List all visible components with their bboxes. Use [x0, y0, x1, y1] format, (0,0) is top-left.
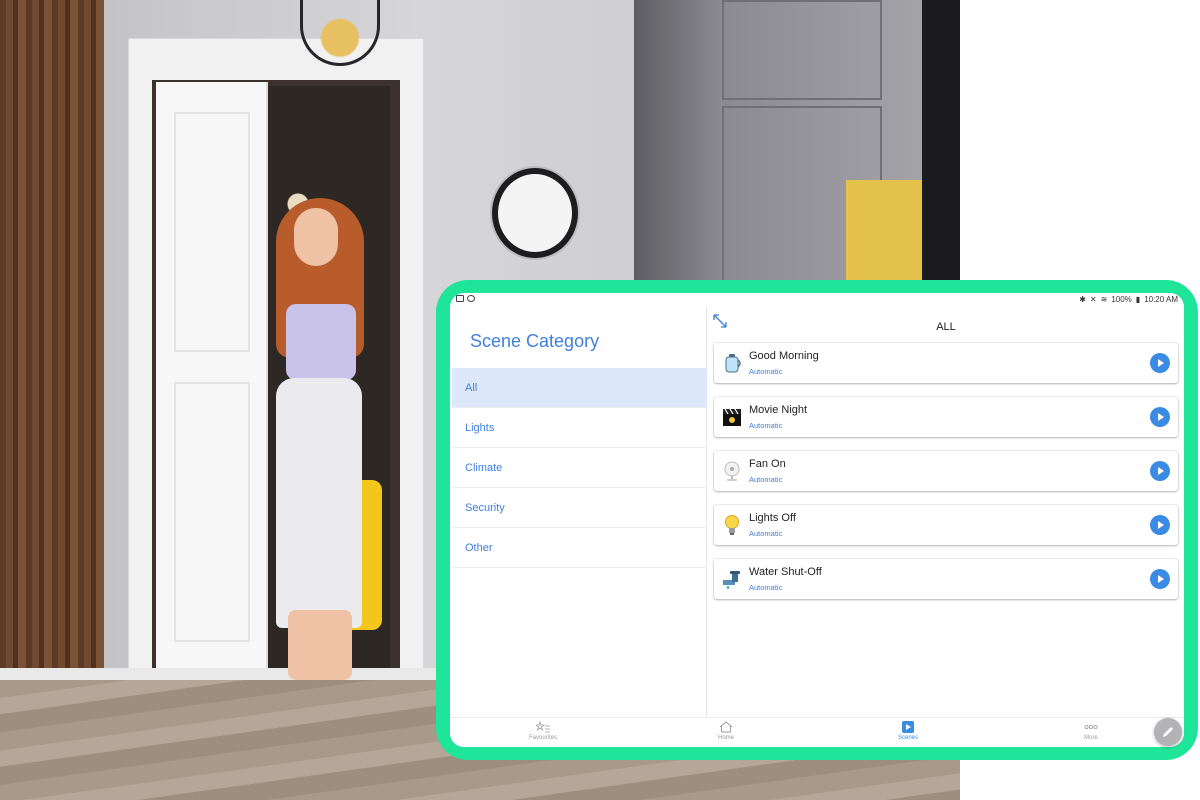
tablet-screen: ✱ ✕ ≋ 100% ▮ 10:20 AM Scene Category All…	[450, 293, 1184, 747]
mute-icon: ✕	[1089, 295, 1097, 304]
account-icon	[467, 295, 475, 302]
nav-label: Scenes	[897, 735, 918, 741]
nav-label: Favourites	[528, 735, 557, 741]
fan-icon	[724, 461, 740, 481]
person-legs	[288, 610, 352, 680]
battery-icon: ▮	[1135, 295, 1141, 304]
bluetooth-icon: ✱	[1079, 295, 1086, 304]
wood-panel-wall	[0, 0, 104, 680]
scene-subtitle: Automatic	[749, 529, 783, 538]
scene-list-panel: ALL Good Morning Automatic Movie Night A…	[708, 307, 1184, 717]
round-wall-light	[492, 168, 578, 258]
category-lights[interactable]: Lights	[452, 408, 707, 448]
pencil-icon	[1163, 727, 1173, 737]
more-dots-icon	[1084, 725, 1098, 730]
person-face	[294, 208, 338, 266]
nav-label: More	[1084, 735, 1098, 741]
play-button[interactable]	[1150, 461, 1170, 481]
play-button[interactable]	[1150, 407, 1170, 427]
clock: 10:20 AM	[1144, 295, 1178, 304]
bottom-navigation: Favourites Home Scenes More	[450, 717, 1184, 747]
star-list-icon	[536, 721, 550, 733]
water-valve-icon	[723, 571, 740, 589]
tablet-device: ✱ ✕ ≋ 100% ▮ 10:20 AM Scene Category All…	[436, 280, 1198, 760]
scene-name: Movie Night	[749, 404, 808, 416]
sidebar-title: Scene Category	[470, 331, 600, 351]
person-top	[286, 304, 356, 380]
battery-percent: 100%	[1111, 295, 1132, 304]
scene-name: Water Shut-Off	[749, 566, 822, 578]
wifi-icon: ≋	[1100, 295, 1108, 304]
scene-category-sidebar: Scene Category All Lights Climate Securi…	[450, 307, 707, 717]
lightbulb-icon	[725, 515, 739, 535]
nav-more[interactable]: More	[1051, 721, 1131, 741]
scene-card-movie-night[interactable]: Movie Night Automatic	[714, 397, 1178, 437]
image-icon	[456, 295, 464, 302]
page-title: ALL	[936, 321, 956, 333]
stage: ✱ ✕ ≋ 100% ▮ 10:20 AM Scene Category All…	[0, 0, 1200, 800]
scene-card-good-morning[interactable]: Good Morning Automatic	[714, 343, 1178, 383]
scene-subtitle: Automatic	[749, 421, 783, 430]
person-pants	[276, 378, 362, 628]
scene-name: Good Morning	[749, 350, 819, 362]
category-security[interactable]: Security	[452, 488, 707, 528]
play-button[interactable]	[1150, 353, 1170, 373]
scene-subtitle: Automatic	[749, 583, 783, 592]
nav-home[interactable]: Home	[686, 721, 766, 741]
category-all[interactable]: All	[452, 368, 707, 408]
scene-subtitle: Automatic	[749, 475, 783, 484]
nav-label: Home	[717, 735, 734, 741]
nav-scenes[interactable]: Scenes	[868, 721, 948, 741]
scene-name: Fan On	[749, 458, 786, 470]
open-door	[156, 82, 268, 678]
scene-subtitle: Automatic	[749, 367, 783, 376]
home-icon	[719, 721, 733, 733]
kettle-icon	[725, 354, 741, 373]
status-bar: ✱ ✕ ≋ 100% ▮ 10:20 AM	[450, 293, 1184, 307]
scene-card-fan-on[interactable]: Fan On Automatic	[714, 451, 1178, 491]
scene-card-lights-off[interactable]: Lights Off Automatic	[714, 505, 1178, 545]
edit-button[interactable]	[1154, 718, 1182, 746]
play-button[interactable]	[1150, 569, 1170, 589]
nav-favourites[interactable]: Favourites	[503, 721, 583, 741]
clapperboard-icon	[723, 408, 741, 426]
closet-clothes	[846, 180, 922, 290]
category-climate[interactable]: Climate	[452, 448, 707, 488]
play-square-icon	[902, 721, 914, 733]
scene-card-water-shut-off[interactable]: Water Shut-Off Automatic	[714, 559, 1178, 599]
scene-name: Lights Off	[749, 512, 796, 524]
category-other[interactable]: Other	[452, 528, 707, 568]
play-button[interactable]	[1150, 515, 1170, 535]
